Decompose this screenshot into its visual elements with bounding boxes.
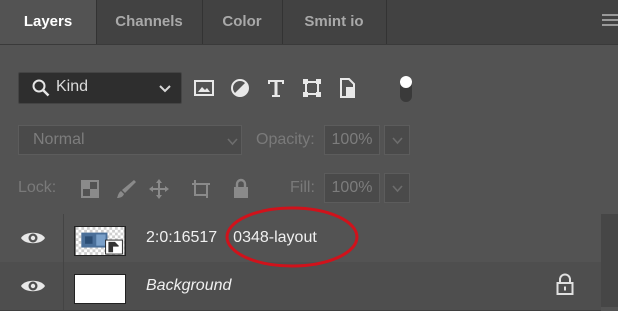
lock-icon[interactable] [555, 273, 575, 295]
visibility-toggle[interactable] [0, 262, 64, 310]
filter-toggle[interactable] [399, 72, 413, 104]
shape-filter-icon[interactable] [300, 76, 324, 100]
fill-dropdown-button[interactable] [384, 173, 410, 203]
layer-row[interactable]: Background [0, 262, 601, 311]
search-icon [32, 79, 50, 97]
opacity-field[interactable]: 100% [324, 125, 380, 155]
layer-thumbnail [74, 274, 126, 304]
fill-label: Fill: [290, 179, 315, 196]
chevron-down-icon [392, 185, 403, 193]
lock-label: Lock: [18, 179, 57, 196]
blend-mode-value: Normal [33, 131, 85, 148]
layer-name[interactable]: 2:0:16517 0348-layout [146, 229, 317, 247]
opacity-dropdown-button[interactable] [384, 125, 410, 155]
lock-all-icon[interactable] [229, 177, 253, 201]
layer-filter-row: Kind [0, 72, 618, 108]
fill-field[interactable]: 100% [324, 173, 380, 203]
adjustment-filter-icon[interactable] [228, 76, 252, 100]
filter-kind-label: Kind [56, 78, 89, 95]
eye-icon [21, 280, 45, 292]
type-filter-icon[interactable] [264, 76, 288, 100]
tab-layers[interactable]: Layers [0, 0, 97, 44]
filter-kind-dropdown[interactable]: Kind [18, 72, 182, 104]
image-filter-icon[interactable] [192, 76, 216, 100]
tab-color[interactable]: Color [202, 0, 283, 44]
blend-mode-row: Normal Opacity: 100% [0, 125, 618, 157]
panel-menu-icon[interactable] [602, 14, 618, 28]
chevron-down-icon [392, 137, 403, 145]
layers-list: 2:0:16517 0348-layout Background [0, 214, 618, 311]
opacity-label: Opacity: [256, 131, 315, 148]
lock-position-icon[interactable] [147, 177, 171, 201]
smart-object-filter-icon[interactable] [335, 76, 359, 100]
panel-tab-bar: Layers Channels Color Smint io [0, 0, 618, 45]
blend-mode-dropdown[interactable]: Normal [18, 125, 242, 155]
lock-transparent-pixels-icon[interactable] [78, 177, 102, 201]
lock-row: Lock: Fill: 100% [0, 173, 618, 205]
lock-artboard-icon[interactable] [189, 177, 213, 201]
tab-smint-io[interactable]: Smint io [282, 0, 387, 44]
tab-channels[interactable]: Channels [96, 0, 203, 44]
layer-name[interactable]: Background [146, 277, 231, 295]
chevron-down-icon [227, 138, 238, 146]
eye-icon [21, 232, 45, 244]
visibility-toggle[interactable] [0, 214, 64, 262]
chevron-down-icon [159, 85, 171, 93]
scrollbar[interactable] [601, 214, 618, 307]
layer-thumbnail [74, 226, 126, 256]
layer-row[interactable]: 2:0:16517 0348-layout [0, 214, 601, 263]
lock-image-pixels-icon[interactable] [114, 177, 138, 201]
